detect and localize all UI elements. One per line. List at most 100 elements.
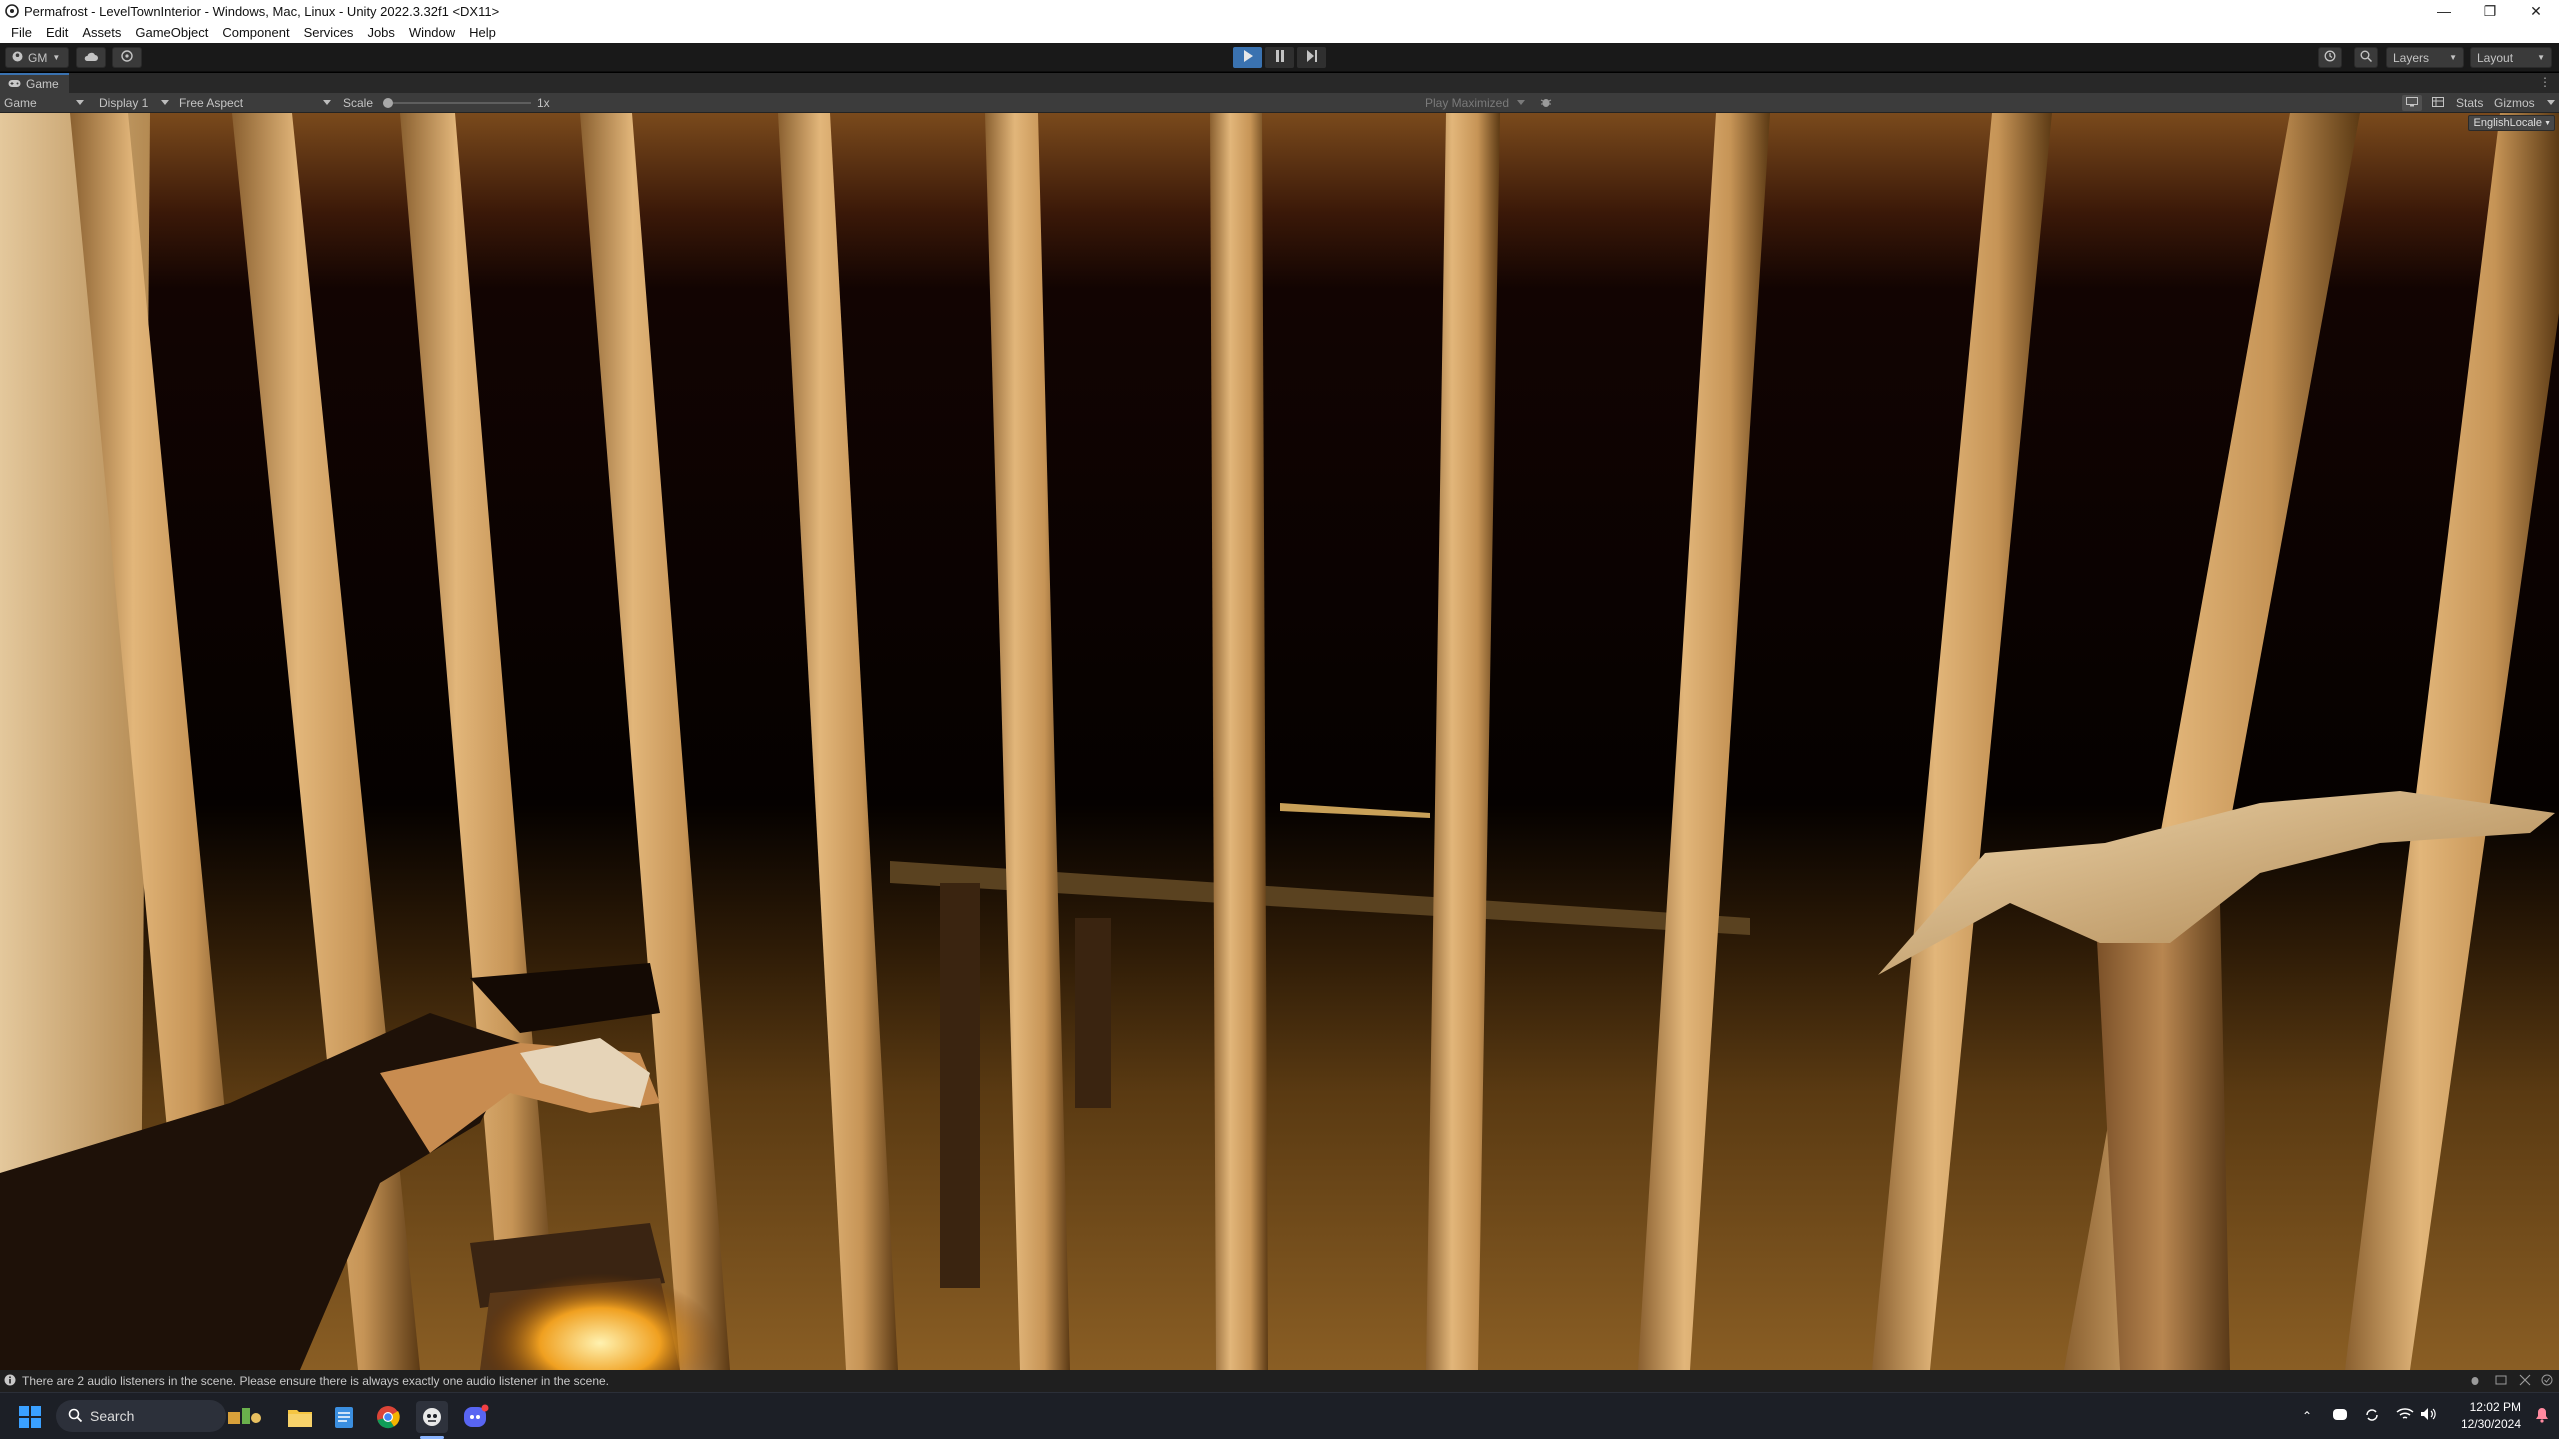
info-icon [4, 1374, 16, 1389]
window-titlebar: Permafrost - LevelTownInterior - Windows… [0, 0, 2559, 22]
chevron-down-icon [76, 100, 84, 105]
close-icon[interactable]: ✕ [2513, 0, 2559, 22]
scale-value-text: 1x [537, 96, 550, 110]
aspect-dropdown[interactable]: Free Aspect [175, 95, 335, 111]
chevron-down-icon: ▼ [2544, 119, 2551, 127]
layers-label: Layers [2393, 50, 2430, 65]
menu-jobs[interactable]: Jobs [360, 25, 401, 40]
stats-label: Stats [2456, 96, 2484, 110]
history-icon [2324, 50, 2336, 65]
debug-icon[interactable] [2519, 1374, 2531, 1389]
windows-taskbar: Search ⌃ 12:02 PM 12/30/2024 [0, 1392, 2559, 1439]
notification-bell-icon[interactable] [2535, 1407, 2549, 1428]
menu-assets[interactable]: Assets [75, 25, 128, 40]
scale-slider-thumb[interactable] [383, 98, 393, 108]
console-status-bar[interactable]: There are 2 audio listeners in the scene… [0, 1370, 2559, 1392]
menu-services[interactable]: Services [297, 25, 361, 40]
main-toolbar: GM ▼ Layers ▼ Layout ▼ [0, 43, 2559, 72]
menu-edit[interactable]: Edit [39, 25, 75, 40]
search-icon [2360, 50, 2373, 65]
status-message: There are 2 audio listeners in the scene… [22, 1374, 610, 1388]
chevron-down-icon [161, 100, 169, 105]
locale-label: EnglishLocale [2473, 117, 2543, 129]
tab-game[interactable]: Game [0, 73, 69, 93]
chevron-down-icon: ▼ [52, 53, 61, 62]
menu-gameobject[interactable]: GameObject [128, 25, 215, 40]
discord-icon[interactable] [460, 1401, 492, 1433]
wifi-icon[interactable] [2396, 1407, 2414, 1426]
chrome-icon[interactable] [372, 1401, 404, 1433]
chevron-down-icon: ▼ [2449, 53, 2457, 62]
step-button[interactable] [1297, 47, 1326, 68]
menu-window[interactable]: Window [402, 25, 462, 40]
chevron-down-icon [2547, 100, 2555, 105]
menu-bar: File Edit Assets GameObject Component Se… [0, 22, 2559, 43]
collab-button[interactable] [112, 47, 142, 68]
gizmos-dropdown[interactable]: Gizmos [2490, 95, 2559, 111]
display-label: Display 1 [99, 96, 149, 110]
display-dropdown[interactable]: Display 1 [95, 95, 173, 111]
tab-game-label: Game [26, 77, 59, 91]
scale-label-text: Scale [343, 96, 374, 110]
layout-label: Layout [2477, 50, 2514, 65]
chevron-up-icon[interactable]: ⌃ [2302, 1409, 2312, 1423]
account-dropdown[interactable]: GM ▼ [5, 47, 69, 68]
play-mode-label: Play Maximized [1425, 96, 1510, 110]
account-label: GM [28, 50, 48, 65]
clock-time: 12:02 PM [2469, 1400, 2521, 1414]
collab-icon [121, 50, 133, 65]
step-icon [1306, 49, 1318, 67]
play-icon [1243, 49, 1253, 67]
menu-file[interactable]: File [4, 25, 39, 40]
cloud-icon [84, 51, 98, 65]
stats-button[interactable]: Stats [2452, 95, 2490, 111]
locale-dropdown[interactable]: EnglishLocale ▼ [2467, 115, 2555, 131]
undo-history-button[interactable] [2318, 47, 2342, 68]
game-mode-label: Game [4, 96, 37, 110]
minimize-icon[interactable]: — [2421, 0, 2467, 22]
kebab-menu-icon[interactable]: ⋮ [2539, 75, 2551, 89]
search-placeholder: Search [90, 1408, 135, 1424]
volume-icon[interactable] [2420, 1407, 2438, 1426]
file-explorer-icon[interactable] [284, 1401, 316, 1433]
game-mode-dropdown[interactable]: Game [0, 95, 88, 111]
play-mode-dropdown[interactable]: Play Maximized [1421, 95, 1529, 111]
search-icon [68, 1408, 83, 1425]
scale-label: Scale [339, 95, 379, 111]
gamepad-icon [8, 77, 21, 91]
unity-icon[interactable] [416, 1401, 448, 1433]
windows-start-icon[interactable] [14, 1401, 46, 1433]
grid-icon [2432, 96, 2444, 110]
search-button[interactable] [2354, 47, 2378, 68]
taskbar-search-box[interactable]: Search [56, 1400, 261, 1432]
game-scene [0, 113, 2559, 1370]
progress-icon[interactable] [2541, 1374, 2553, 1389]
gizmos-label: Gizmos [2494, 96, 2535, 110]
taskbar-clock[interactable]: 12:02 PM 12/30/2024 [2461, 1399, 2521, 1433]
menu-help[interactable]: Help [462, 25, 503, 40]
cache-icon[interactable] [2495, 1374, 2507, 1389]
bug-icon [1540, 96, 1552, 111]
game-viewport[interactable]: EnglishLocale ▼ [0, 113, 2559, 1370]
play-button[interactable] [1233, 47, 1262, 68]
frame-debug-toggle[interactable] [2428, 95, 2448, 111]
bug-icon[interactable] [2469, 1374, 2481, 1389]
mute-audio-toggle[interactable] [1536, 95, 1554, 111]
restore-icon[interactable]: ❐ [2467, 0, 2513, 22]
window-title: Permafrost - LevelTownInterior - Windows… [24, 3, 500, 19]
layers-dropdown[interactable]: Layers ▼ [2386, 47, 2464, 68]
account-icon [12, 51, 23, 65]
vsync-toggle[interactable] [2402, 95, 2422, 111]
aspect-label: Free Aspect [179, 96, 244, 110]
discord-tray-icon[interactable] [2332, 1407, 2348, 1426]
cloud-button[interactable] [76, 47, 106, 68]
layout-dropdown[interactable]: Layout ▼ [2470, 47, 2552, 68]
sync-tray-icon[interactable] [2364, 1407, 2380, 1428]
pause-icon [1275, 49, 1285, 67]
notepad-icon[interactable] [328, 1401, 360, 1433]
unity-logo-icon [4, 3, 20, 19]
pause-button[interactable] [1265, 47, 1294, 68]
menu-component[interactable]: Component [215, 25, 296, 40]
chevron-down-icon [1517, 100, 1525, 105]
scale-slider[interactable] [383, 98, 531, 108]
